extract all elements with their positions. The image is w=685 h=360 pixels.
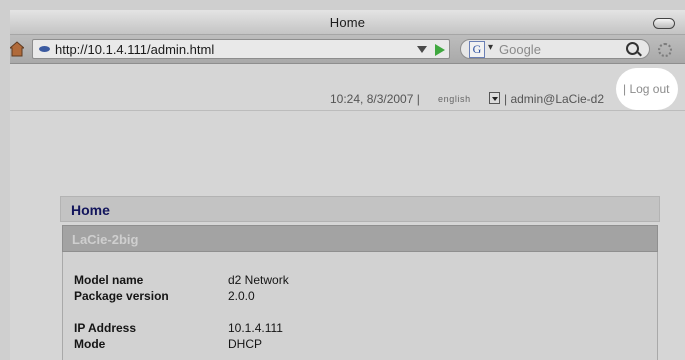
info-value: DHCP [228, 337, 263, 351]
window-title: Home [329, 15, 366, 30]
address-bar[interactable]: http://10.1.4.111/admin.html [32, 39, 450, 59]
info-label: Package version [74, 289, 169, 303]
web-page: 10:24, 8/3/2007 | english | admin@LaCie-… [10, 64, 685, 360]
logout-highlight: | Log out [616, 68, 678, 110]
info-label: Mode [74, 337, 106, 351]
section-title: Home [71, 202, 110, 218]
toolbar-toggle-button[interactable] [653, 18, 675, 29]
language-selector-label[interactable]: english [438, 94, 471, 104]
content-panel: Home LaCie-2big Model name d2 Network Pa… [60, 196, 660, 360]
title-bar: Home [10, 10, 685, 35]
search-input[interactable]: G ▾ Google [460, 39, 650, 59]
search-icon[interactable] [626, 42, 639, 55]
info-label: Model name [74, 273, 144, 287]
search-engine-dropdown-icon[interactable]: ▾ [488, 42, 493, 53]
device-name: LaCie-2big [72, 232, 139, 247]
user-account: | admin@LaCie-d2 [504, 92, 605, 106]
go-arrow-icon[interactable] [435, 44, 445, 56]
site-icon [39, 46, 50, 52]
browser-window: Home http://10.1.4.111/admin.html G ▾ Go… [10, 10, 685, 360]
info-value: d2 Network [228, 273, 289, 287]
loading-spinner-icon [658, 43, 672, 57]
history-dropdown-icon[interactable] [417, 46, 427, 53]
info-label: IP Address [74, 321, 137, 335]
section-header: Home [60, 196, 660, 222]
device-info: Model name d2 Network Package version 2.… [62, 252, 658, 360]
info-value: 2.0.0 [228, 289, 255, 303]
device-header: LaCie-2big [62, 225, 658, 252]
time-date: 10:24, 8/3/2007 | [330, 92, 420, 106]
browser-toolbar: http://10.1.4.111/admin.html G ▾ Google [10, 35, 685, 64]
url-text[interactable]: http://10.1.4.111/admin.html [55, 42, 214, 57]
logout-link[interactable]: | Log out [623, 82, 670, 96]
language-dropdown-icon[interactable] [489, 92, 500, 104]
search-placeholder: Google [499, 42, 541, 57]
search-engine-icon[interactable]: G [469, 41, 485, 58]
status-row: 10:24, 8/3/2007 | english | admin@LaCie-… [10, 64, 685, 111]
home-icon[interactable] [10, 41, 24, 57]
info-value: 10.1.4.111 [228, 321, 283, 335]
